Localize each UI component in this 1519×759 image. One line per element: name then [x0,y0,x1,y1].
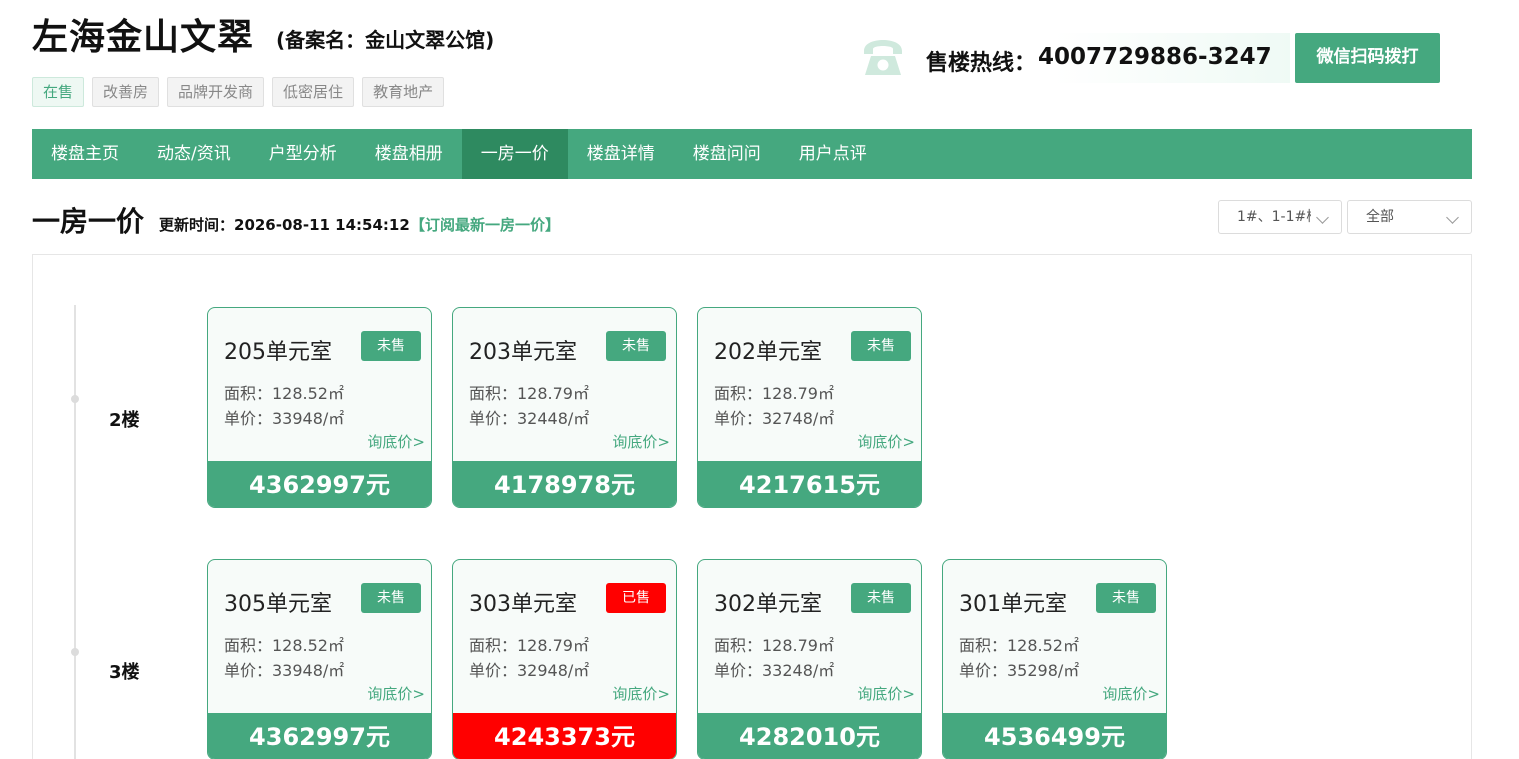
nav-news[interactable]: 动态/资讯 [138,129,250,179]
unit-status-badge: 未售 [361,583,421,613]
floor-label: 2楼 [109,410,140,431]
nav-reviews[interactable]: 用户点评 [780,129,886,179]
unit-area: 面积：128.79㎡ [469,636,589,655]
unit-price-per-sqm: 单价：33948/㎡ [224,661,345,680]
unit-price-per-sqm: 单价：35298/㎡ [959,661,1080,680]
unit-total-price: 4282010元 [698,713,921,759]
subscribe-link[interactable]: 【订阅最新一房一价】 [410,214,560,235]
floor-label: 3楼 [109,662,140,683]
unit-area: 面积：128.52㎡ [224,384,344,403]
unit-total-price: 4362997元 [208,461,431,507]
timeline-dot [71,648,79,656]
unit-total-price: 4178978元 [453,461,676,507]
ask-price-link[interactable]: 询底价> [857,431,915,452]
unit-total-price: 4217615元 [698,461,921,507]
nav-qa[interactable]: 楼盘问问 [674,129,780,179]
main-nav: 楼盘主页 动态/资讯 户型分析 楼盘相册 一房一价 楼盘详情 楼盘问问 用户点评 [32,129,1472,179]
unit-status-badge: 已售 [606,583,666,613]
ask-price-link[interactable]: 询底价> [1102,683,1160,704]
unit-room: 303单元室 [469,592,577,617]
nav-floorplans[interactable]: 户型分析 [250,129,356,179]
ask-price-link[interactable]: 询底价> [367,683,425,704]
section-title: 一房一价 [32,205,145,238]
unit-price-per-sqm: 单价：33948/㎡ [224,409,345,428]
unit-status-badge: 未售 [606,331,666,361]
nav-album[interactable]: 楼盘相册 [356,129,462,179]
unit-total-price: 4536499元 [943,713,1166,759]
unit-price-board: 2楼 205单元室 未售 面积：128.52㎡ 单价：33948/㎡ 询底价> … [32,254,1472,759]
tag-low-density: 低密居住 [272,77,355,107]
timeline-line [74,305,76,759]
unit-price-per-sqm: 单价：32748/㎡ [714,409,835,428]
unit-card[interactable]: 305单元室 未售 面积：128.52㎡ 单价：33948/㎡ 询底价> 436… [207,559,432,759]
update-time: 更新时间：2026-08-11 14:54:12 [159,216,410,234]
ask-price-link[interactable]: 询底价> [857,683,915,704]
ask-price-link[interactable]: 询底价> [367,431,425,452]
ask-price-link[interactable]: 询底价> [612,431,670,452]
unit-room: 305单元室 [224,592,332,617]
unit-room: 302单元室 [714,592,822,617]
building-select-value: 1#、1-1#楼 [1237,209,1311,225]
unit-total-price: 4362997元 [208,713,431,759]
unit-area: 面积：128.52㎡ [224,636,344,655]
unit-card[interactable]: 202单元室 未售 面积：128.79㎡ 单价：32748/㎡ 询底价> 421… [697,307,922,508]
wechat-call-button[interactable]: 微信扫码拨打 [1295,33,1440,83]
hotline-bar: 售楼热线： 4007729886-3247 [860,33,1290,83]
project-tags: 在售 改善房 品牌开发商 低密居住 教育地产 [32,77,445,107]
building-select[interactable]: 1#、1-1#楼 [1218,200,1342,234]
tag-brand-developer: 品牌开发商 [167,77,265,107]
unit-total-price: 4243373元 [453,713,676,759]
unit-room: 301单元室 [959,592,1067,617]
unit-status-badge: 未售 [851,583,911,613]
unit-card[interactable]: 203单元室 未售 面积：128.79㎡ 单价：32448/㎡ 询底价> 417… [452,307,677,508]
unit-area: 面积：128.52㎡ [959,636,1079,655]
unit-status-badge: 未售 [851,331,911,361]
tag-education: 教育地产 [362,77,445,107]
timeline-dot [71,395,79,403]
unit-price-per-sqm: 单价：33248/㎡ [714,661,835,680]
unit-card[interactable]: 302单元室 未售 面积：128.79㎡ 单价：33248/㎡ 询底价> 428… [697,559,922,759]
unit-room: 205单元室 [224,340,332,365]
unit-area: 面积：128.79㎡ [714,636,834,655]
nav-details[interactable]: 楼盘详情 [568,129,674,179]
tag-on-sale: 在售 [32,77,85,107]
unit-card[interactable]: 205单元室 未售 面积：128.52㎡ 单价：33948/㎡ 询底价> 436… [207,307,432,508]
unit-room: 202单元室 [714,340,822,365]
ask-price-link[interactable]: 询底价> [612,683,670,704]
status-select-value: 全部 [1366,209,1394,225]
unit-room: 203单元室 [469,340,577,365]
nav-home[interactable]: 楼盘主页 [32,129,138,179]
project-registered-name: (备案名：金山文翠公馆) [276,28,495,52]
unit-card[interactable]: 301单元室 未售 面积：128.52㎡ 单价：35298/㎡ 询底价> 453… [942,559,1167,759]
hotline-number: 4007729886-3247 [1038,44,1272,70]
hotline-label: 售楼热线： [926,51,1037,76]
phone-icon [864,40,902,75]
status-select[interactable]: 全部 [1347,200,1472,234]
unit-status-badge: 未售 [1096,583,1156,613]
unit-area: 面积：128.79㎡ [469,384,589,403]
project-title: 左海金山文翠 [32,17,255,58]
unit-price-per-sqm: 单价：32948/㎡ [469,661,590,680]
chevron-down-icon [1316,211,1329,224]
unit-price-per-sqm: 单价：32448/㎡ [469,409,590,428]
nav-unit-prices[interactable]: 一房一价 [461,129,568,179]
tag-upgrade: 改善房 [92,77,160,107]
unit-area: 面积：128.79㎡ [714,384,834,403]
unit-status-badge: 未售 [361,331,421,361]
chevron-down-icon [1446,211,1459,224]
unit-card-sold[interactable]: 303单元室 已售 面积：128.79㎡ 单价：32948/㎡ 询底价> 424… [452,559,677,759]
